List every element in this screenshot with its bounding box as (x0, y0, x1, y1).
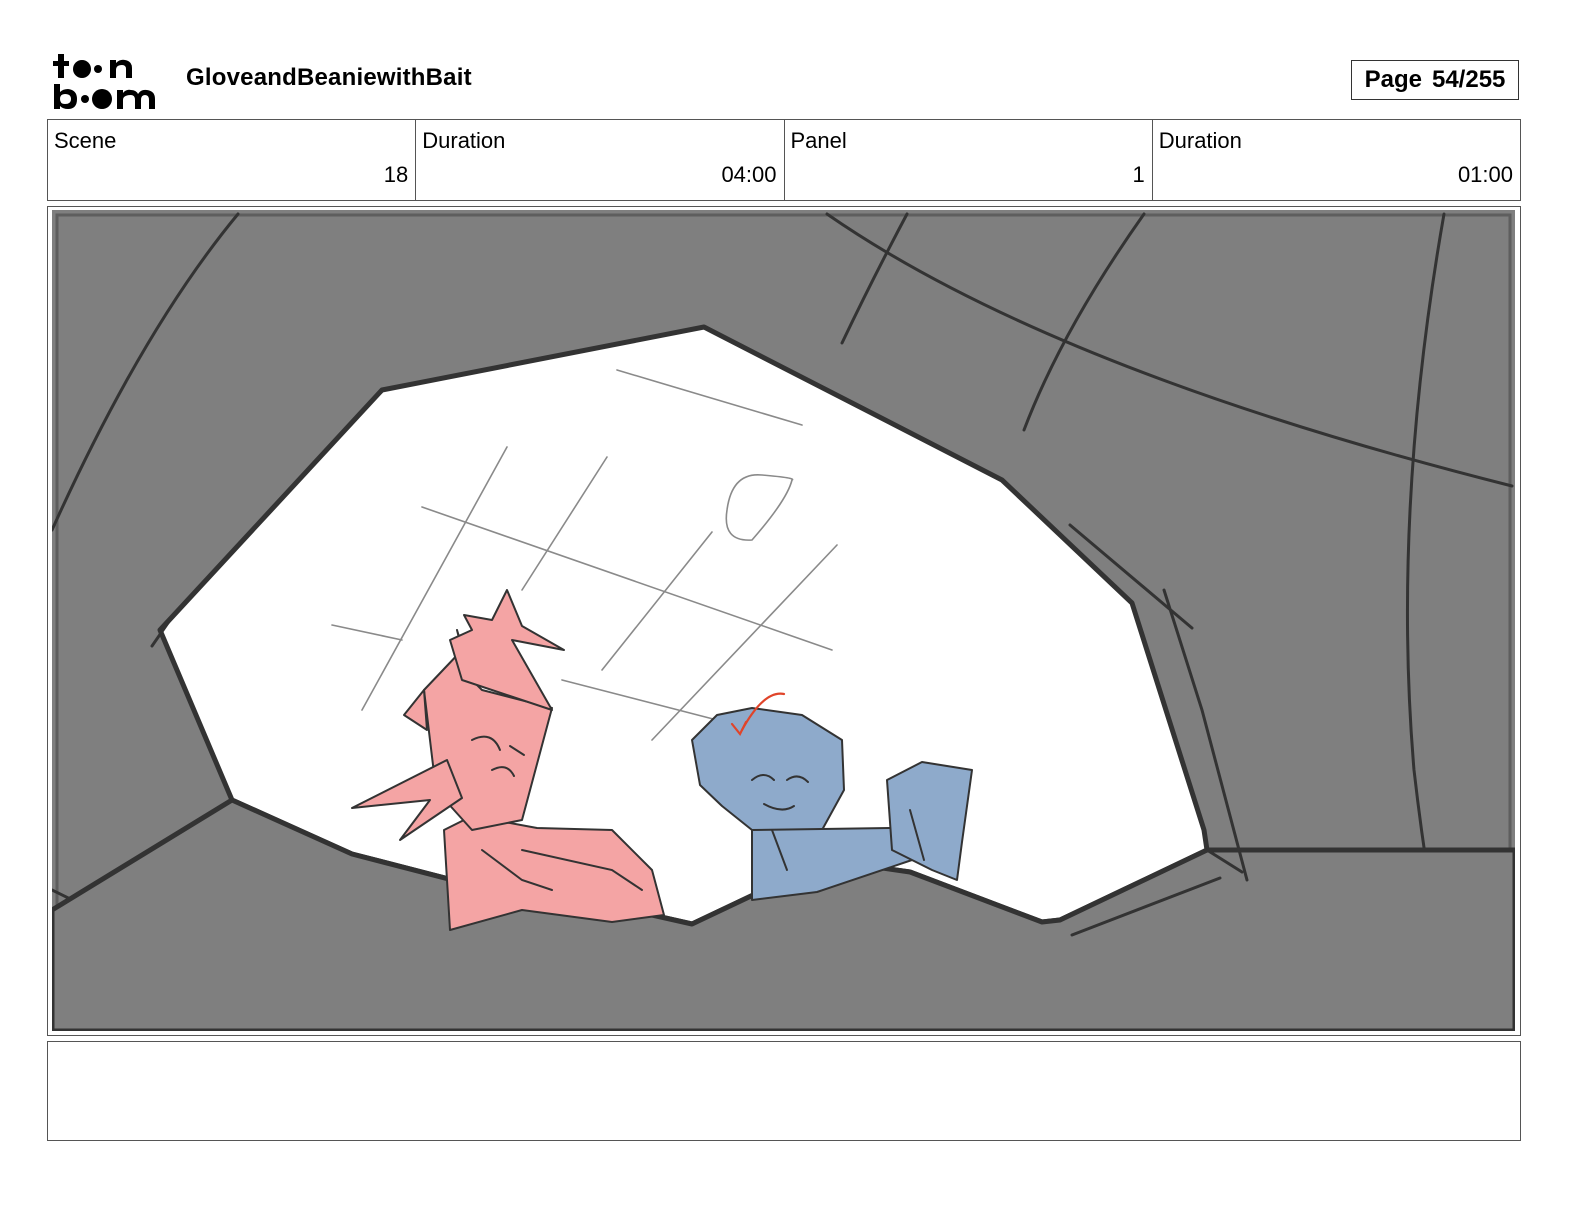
panel-cell: Panel 1 (783, 120, 1152, 200)
page-number: 54/255 (1431, 66, 1506, 93)
page-label: Page (1364, 66, 1422, 93)
scene-info-table: Scene 18 Duration 04:00 Panel 1 Duration… (47, 119, 1521, 201)
scene-label: Scene (54, 128, 117, 153)
panel-duration-value: 01:00 (1457, 162, 1513, 187)
storyboard-panel (47, 206, 1521, 1036)
storyboard-sketch-icon (52, 210, 1515, 1031)
panel-label: Panel (790, 128, 847, 153)
toonboom-logo-icon (53, 54, 155, 109)
notes-box (47, 1041, 1521, 1141)
panel-value: 1 (1132, 162, 1145, 187)
scene-duration-value: 04:00 (721, 162, 777, 187)
panel-duration-cell: Duration 01:00 (1151, 120, 1520, 200)
scene-cell: Scene 18 (48, 120, 415, 200)
scene-value: 18 (383, 162, 409, 187)
document-title: GloveandBeaniewithBait (186, 64, 472, 91)
page-indicator: Page 54/255 (1351, 60, 1519, 100)
panel-duration-label: Duration (1158, 128, 1242, 153)
scene-duration-label: Duration (422, 128, 506, 153)
scene-duration-cell: Duration 04:00 (415, 120, 783, 200)
